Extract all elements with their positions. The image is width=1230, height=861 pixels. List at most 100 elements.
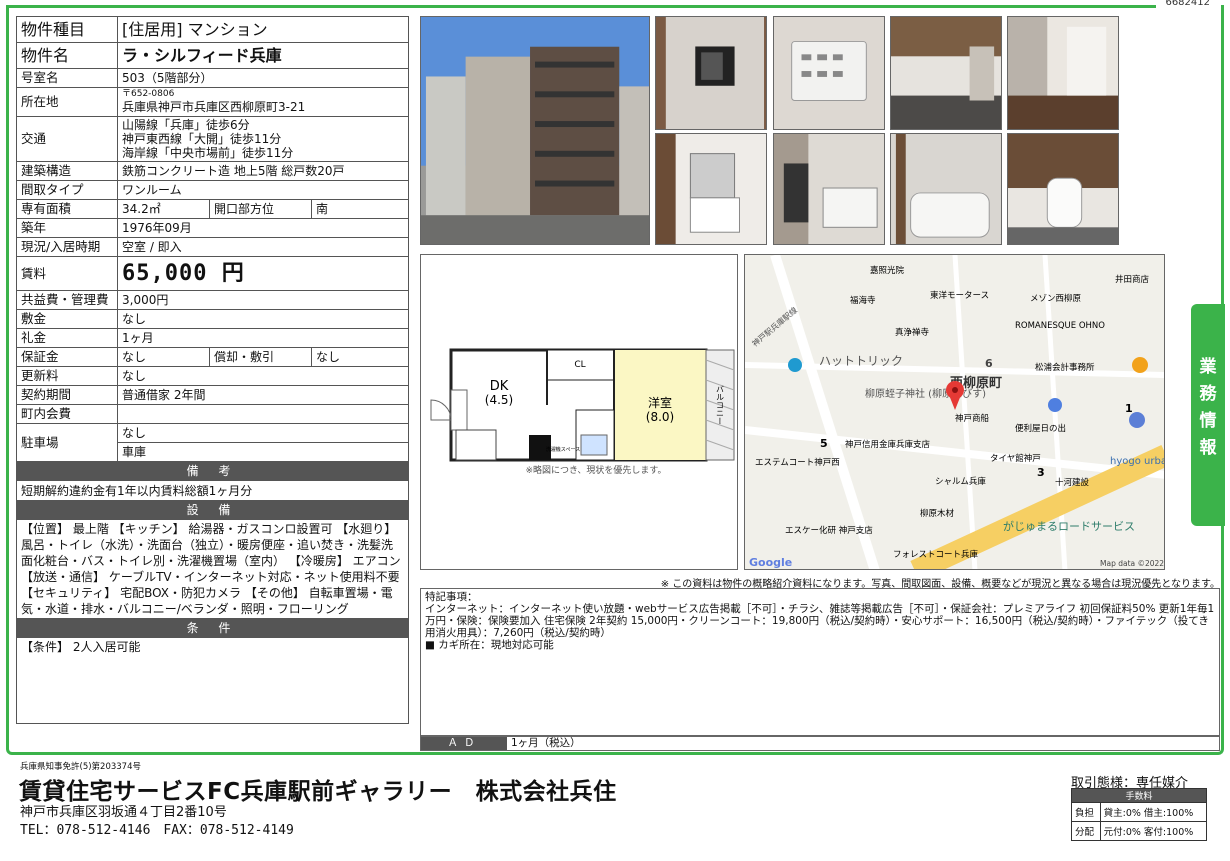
location-value: 〒652-0806 兵庫県神戸市兵庫区西柳原町3-21	[117, 87, 409, 117]
business-info-tab[interactable]: 業 務 情 報	[1191, 304, 1225, 526]
fee-header: 手数料	[1071, 788, 1207, 803]
building-photo[interactable]	[420, 16, 650, 245]
amort-label: 償却・敷引	[209, 347, 312, 367]
facing-value: 南	[311, 199, 409, 219]
property-table: 物件種目 [住居用] マンション 物件名 ラ・シルフィード兵庫 号室名 503（…	[16, 16, 409, 724]
transport-label: 交通	[16, 116, 118, 162]
remarks-body: 短期解約違約金有1年以内賃料総額1ヶ月分	[16, 480, 409, 501]
fee-label: 共益費・管理費	[16, 290, 118, 310]
built-label: 築年	[16, 218, 118, 238]
interior-photo[interactable]	[773, 133, 885, 245]
map-label: 5	[820, 437, 828, 450]
keymoney-label: 礼金	[16, 328, 118, 348]
tab-char: 報	[1199, 438, 1217, 458]
ad-value: 1ヶ月（税込）	[511, 737, 581, 749]
special-notes-title: 特記事項：	[425, 591, 478, 603]
split-label: 分配	[1071, 821, 1101, 841]
map-label: 神戸信用金庫兵庫支店	[845, 439, 931, 450]
burden-value: 貸主:0% 借主:100%	[1099, 802, 1208, 822]
map-label: タイヤ館神戸	[990, 453, 1041, 464]
name-label: 物件名	[16, 42, 118, 69]
dk-label: DK	[490, 379, 509, 394]
amort-value: なし	[311, 347, 409, 367]
interior-photo[interactable]	[890, 16, 1002, 130]
map-label: ROMANESQUE OHNO	[1015, 321, 1105, 331]
area-value: 34.2㎡	[117, 199, 210, 219]
burden-label: 負担	[1071, 802, 1101, 822]
guarantee-label: 保証金	[16, 347, 118, 367]
structure-value: 鉄筋コンクリート造 地上5階 総戸数20戸	[117, 161, 409, 181]
facing-label: 開口部方位	[209, 199, 312, 219]
parking-value: なし	[117, 423, 409, 443]
map-label: 松浦会計事務所	[1035, 362, 1095, 373]
town-fee-value	[117, 404, 409, 424]
map-label: 便利屋日の出	[1015, 423, 1066, 434]
interior-photo[interactable]	[1007, 133, 1119, 245]
guarantee-value: なし	[117, 347, 210, 367]
company-address: 神戸市兵庫区羽坂通４丁目2番10号	[20, 805, 227, 820]
room-size: (8.0)	[646, 410, 674, 424]
license-number: 兵庫県知事免許(5)第203374号	[20, 762, 141, 772]
tab-char: 業	[1199, 357, 1217, 377]
floor-plan[interactable]: DK (4.5) 洋室 (8.0) CL バルコニー 洗濯機スペース ※略図につ…	[420, 254, 738, 570]
fee-value: 3,000円	[117, 290, 409, 310]
room-label: 洋室	[648, 395, 672, 410]
map-label: 3	[1037, 466, 1045, 479]
conditions-body: 【条件】 2人入居可能	[16, 637, 409, 724]
map-label: 嘉照光院	[870, 265, 905, 276]
deposit-label: 敷金	[16, 309, 118, 329]
interior-photo[interactable]	[773, 16, 885, 130]
transport-line: 山陽線「兵庫」徒歩6分	[122, 118, 250, 132]
type-value: [住居用] マンション	[117, 16, 409, 43]
keymoney-value: 1ヶ月	[117, 328, 409, 348]
map-label: 十河建設	[1055, 477, 1090, 488]
area-label: 専有面積	[16, 199, 118, 219]
washer-label: 洗濯機スペース	[546, 446, 580, 453]
layout-label: 間取タイプ	[16, 180, 118, 200]
deposit-value: なし	[117, 309, 409, 329]
structure-label: 建築構造	[16, 161, 118, 181]
location-label: 所在地	[16, 87, 118, 117]
fee-table: 手数料 負担 貸主:0% 借主:100% 分配 元付:0% 客付:100%	[1071, 788, 1208, 841]
town-fee-label: 町内会費	[16, 404, 118, 424]
conditions-header: 条 件	[16, 618, 409, 638]
tab-char: 務	[1199, 384, 1217, 404]
map-label: エステムコート神戸西	[755, 457, 840, 468]
dk-size: (4.5)	[485, 393, 513, 407]
location-map[interactable]: 嘉照光院 井田商店 福海寺 東洋モータース メゾン西柳原 真浄禅寺 ROMANE…	[744, 254, 1165, 570]
interior-photo[interactable]	[1007, 16, 1119, 130]
ad-bar: ＡＤ 1ヶ月（税込）	[420, 736, 1220, 751]
layout-value: ワンルーム	[117, 180, 409, 200]
interior-photo[interactable]	[655, 16, 767, 130]
type-label: 物件種目	[16, 16, 118, 43]
address-text: 兵庫県神戸市兵庫区西柳原町3-21	[122, 100, 306, 114]
closet-label: CL	[574, 360, 585, 370]
map-label: ハットトリック	[819, 354, 903, 368]
facilities-header: 設 備	[16, 500, 409, 520]
map-label: メゾン西柳原	[1030, 293, 1081, 304]
name-value: ラ・シルフィード兵庫	[117, 42, 409, 69]
key-location: ■ カギ所在：現地対応可能	[425, 639, 554, 651]
interior-photo[interactable]	[890, 133, 1002, 245]
floor-plan-note: ※略図につき、現状を優先します。	[525, 464, 666, 476]
map-label: 1	[1125, 402, 1133, 415]
map-label: フォレストコート兵庫	[893, 549, 979, 560]
tab-char: 情	[1199, 411, 1217, 431]
rent-label: 賃料	[16, 256, 118, 291]
parking-type: 車庫	[117, 442, 409, 462]
map-credit: Map data ©2022	[1100, 559, 1164, 568]
contract-label: 契約期間	[16, 385, 118, 405]
interior-photo[interactable]	[655, 133, 767, 245]
map-label: 東洋モータース	[930, 290, 989, 301]
map-label: 6	[985, 357, 993, 370]
company-phone: TEL：078-512-4146 FAX：078-512-4149	[20, 823, 294, 838]
status-label: 現況/入居時期	[16, 237, 118, 257]
transport-value: 山陽線「兵庫」徒歩6分 神戸東西線「大開」徒歩11分 海岸線「中央市場前」徒歩1…	[117, 116, 409, 162]
transport-line: 神戸東西線「大開」徒歩11分	[122, 132, 282, 146]
renewal-value: なし	[117, 366, 409, 386]
map-label: エスケー化研 神戸支店	[785, 525, 873, 536]
map-label: hyogo urba	[1110, 456, 1165, 467]
built-value: 1976年09月	[117, 218, 409, 238]
ad-label: ＡＤ	[421, 737, 507, 750]
contract-value: 普通借家 2年間	[117, 385, 409, 405]
